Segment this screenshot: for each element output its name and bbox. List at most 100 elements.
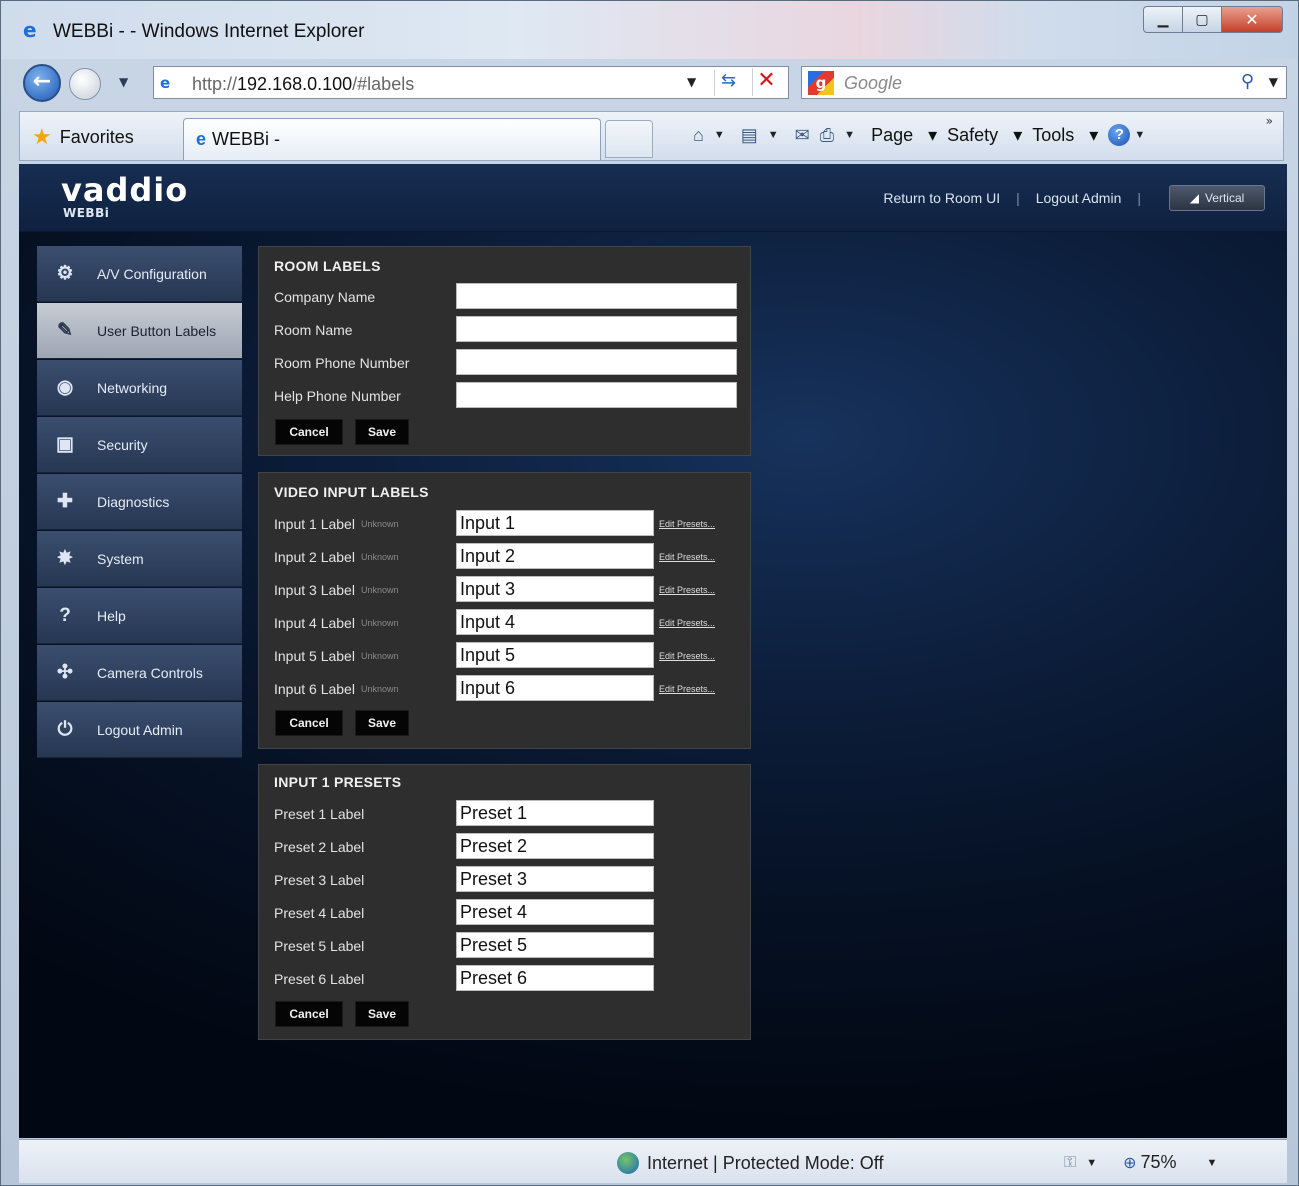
logout-admin-link[interactable]: Logout Admin — [1036, 190, 1122, 206]
security-zone[interactable]: Internet | Protected Mode: Off — [617, 1152, 883, 1174]
sidebar-item[interactable]: ▣ Security — [37, 417, 242, 473]
tools-menu[interactable]: Tools ▾ — [1032, 125, 1098, 146]
sidebar-item[interactable]: ⚙ A/V Configuration — [37, 246, 242, 302]
mail-icon[interactable]: ✉ — [795, 125, 810, 146]
google-icon: g — [808, 71, 834, 95]
minimize-button[interactable]: ▁ — [1143, 6, 1183, 33]
input-label-field[interactable]: Input 1 — [456, 510, 654, 536]
company-name-input[interactable] — [456, 283, 737, 309]
input-label-field[interactable]: Input 3 — [456, 576, 654, 602]
status-bar: Internet | Protected Mode: Off ⚿ ▼ ⊕ 75%… — [19, 1139, 1287, 1183]
back-button[interactable]: ← — [23, 64, 61, 102]
cancel-button[interactable]: Cancel — [275, 419, 343, 445]
input-label-field[interactable]: Input 5 — [456, 642, 654, 668]
field-row: Room Phone Number — [274, 349, 409, 377]
new-tab-button[interactable] — [605, 120, 653, 158]
feeds-icon[interactable]: ▤ — [741, 125, 758, 146]
room-name-input[interactable] — [456, 316, 737, 342]
zoom-icon[interactable]: ⊕ — [1123, 1153, 1136, 1173]
address-bar[interactable]: e http://192.168.0.100/#labels ▼ ⇆ ✕ — [153, 66, 789, 99]
close-button[interactable]: ✕ — [1221, 6, 1283, 33]
diagnostics-icon: ✚ — [57, 491, 73, 512]
sidebar-item[interactable]: ✸ System — [37, 531, 242, 587]
field-label: Input 4 Label — [274, 615, 355, 631]
vertical-button[interactable]: ◢ Vertical — [1169, 185, 1265, 211]
search-icon[interactable]: ⚲ — [1241, 71, 1254, 92]
save-button[interactable]: Save — [355, 419, 409, 445]
edit-presets-link[interactable]: Edit Presets... — [659, 651, 715, 661]
link-separator: | — [1016, 190, 1020, 206]
cancel-button[interactable]: Cancel — [275, 1001, 343, 1027]
field-row: Input 6 Label Unknown — [274, 675, 399, 703]
help-dropdown-icon[interactable]: ▼ — [1134, 129, 1145, 141]
sidebar-item[interactable]: ⏻ Logout Admin — [37, 702, 242, 758]
web-page: vaddio WEBBi Return to Room UI | Logout … — [19, 164, 1287, 1138]
preset-label-field[interactable]: Preset 2 — [456, 833, 654, 859]
browser-tab[interactable]: e WEBBi - — [183, 118, 601, 160]
preset-label-field[interactable]: Preset 1 — [456, 800, 654, 826]
help-phone-number-input[interactable] — [456, 382, 737, 408]
protected-mode-dropdown-icon[interactable]: ▼ — [1086, 1157, 1097, 1169]
sidebar-item[interactable]: ✎ User Button Labels — [37, 303, 242, 359]
edit-presets-link[interactable]: Edit Presets... — [659, 552, 715, 562]
search-input[interactable]: Google — [844, 73, 902, 94]
preset-label-field[interactable]: Preset 3 — [456, 866, 654, 892]
print-dropdown-icon[interactable]: ▼ — [844, 129, 855, 141]
sidebar-item[interactable]: ? Help — [37, 588, 242, 644]
save-button[interactable]: Save — [355, 710, 409, 736]
field-label: Preset 4 Label — [274, 905, 365, 921]
stop-icon[interactable]: ✕ — [752, 68, 780, 96]
refresh-icon[interactable]: ⇆ — [714, 70, 742, 96]
address-url[interactable]: http://192.168.0.100/#labels — [192, 74, 414, 95]
return-to-room-ui-link[interactable]: Return to Room UI — [883, 190, 1000, 206]
feeds-dropdown-icon[interactable]: ▼ — [768, 129, 779, 141]
address-dropdown-icon[interactable]: ▼ — [687, 75, 696, 89]
save-button[interactable]: Save — [355, 1001, 409, 1027]
field-label: Input 3 Label — [274, 582, 355, 598]
field-label: Preset 5 Label — [274, 938, 365, 954]
edit-presets-link[interactable]: Edit Presets... — [659, 519, 715, 529]
field-label: Room Phone Number — [274, 355, 410, 371]
chevron-more-icon[interactable]: » — [1266, 114, 1273, 128]
command-bar: ★ Favorites e WEBBi - ⌂ ▼ ▤ ▼ ✉ ⎙ ▼ Page ▾ … — [19, 111, 1284, 161]
favorites-button[interactable]: ★ Favorites — [32, 124, 134, 150]
cancel-button[interactable]: Cancel — [275, 710, 343, 736]
sidebar-item[interactable]: ◉ Networking — [37, 360, 242, 416]
search-box[interactable]: g Google ⚲ ▼ — [801, 66, 1287, 99]
help-icon[interactable]: ? — [1108, 124, 1131, 146]
room-phone-number-input[interactable] — [456, 349, 737, 375]
sidebar-item-label: Camera Controls — [97, 664, 203, 681]
panel-title: INPUT 1 PRESETS — [274, 774, 402, 790]
edit-presets-link[interactable]: Edit Presets... — [659, 618, 715, 628]
maximize-button[interactable]: ▢ — [1182, 6, 1222, 33]
preset-label-field[interactable]: Preset 4 — [456, 899, 654, 925]
preset-label-field[interactable]: Preset 5 — [456, 932, 654, 958]
safety-menu[interactable]: Safety ▾ — [947, 125, 1022, 146]
recent-pages-dropdown-icon[interactable]: ▼ — [119, 75, 128, 89]
field-row: Preset 5 Label — [274, 932, 364, 960]
star-icon: ★ — [32, 124, 52, 149]
forward-button[interactable] — [69, 68, 101, 100]
input-label-field[interactable]: Input 2 — [456, 543, 654, 569]
field-label: Room Name — [274, 322, 353, 338]
field-label: Help Phone Number — [274, 388, 401, 404]
home-icon[interactable]: ⌂ — [693, 125, 704, 146]
protected-mode-icon[interactable]: ⚿ — [1064, 1154, 1076, 1172]
input-label-field[interactable]: Input 6 — [456, 675, 654, 701]
edit-presets-link[interactable]: Edit Presets... — [659, 684, 715, 694]
search-dropdown-icon[interactable]: ▼ — [1269, 75, 1278, 89]
sidebar-item[interactable]: ✣ Camera Controls — [37, 645, 242, 701]
favorites-label: Favorites — [59, 126, 134, 147]
page-menu[interactable]: Page ▾ — [871, 125, 937, 146]
preset-label-field[interactable]: Preset 6 — [456, 965, 654, 991]
input-label-field[interactable]: Input 4 — [456, 609, 654, 635]
header-links: Return to Room UI | Logout Admin | — [883, 190, 1157, 206]
zoom-dropdown-icon[interactable]: ▼ — [1207, 1157, 1218, 1169]
zoom-level[interactable]: 75% — [1140, 1152, 1176, 1173]
print-icon[interactable]: ⎙ — [820, 125, 834, 146]
back-arrow-icon: ← — [32, 69, 52, 94]
sidebar-item[interactable]: ✚ Diagnostics — [37, 474, 242, 530]
home-dropdown-icon[interactable]: ▼ — [714, 129, 725, 141]
edit-presets-link[interactable]: Edit Presets... — [659, 585, 715, 595]
field-row: Room Name — [274, 316, 353, 344]
